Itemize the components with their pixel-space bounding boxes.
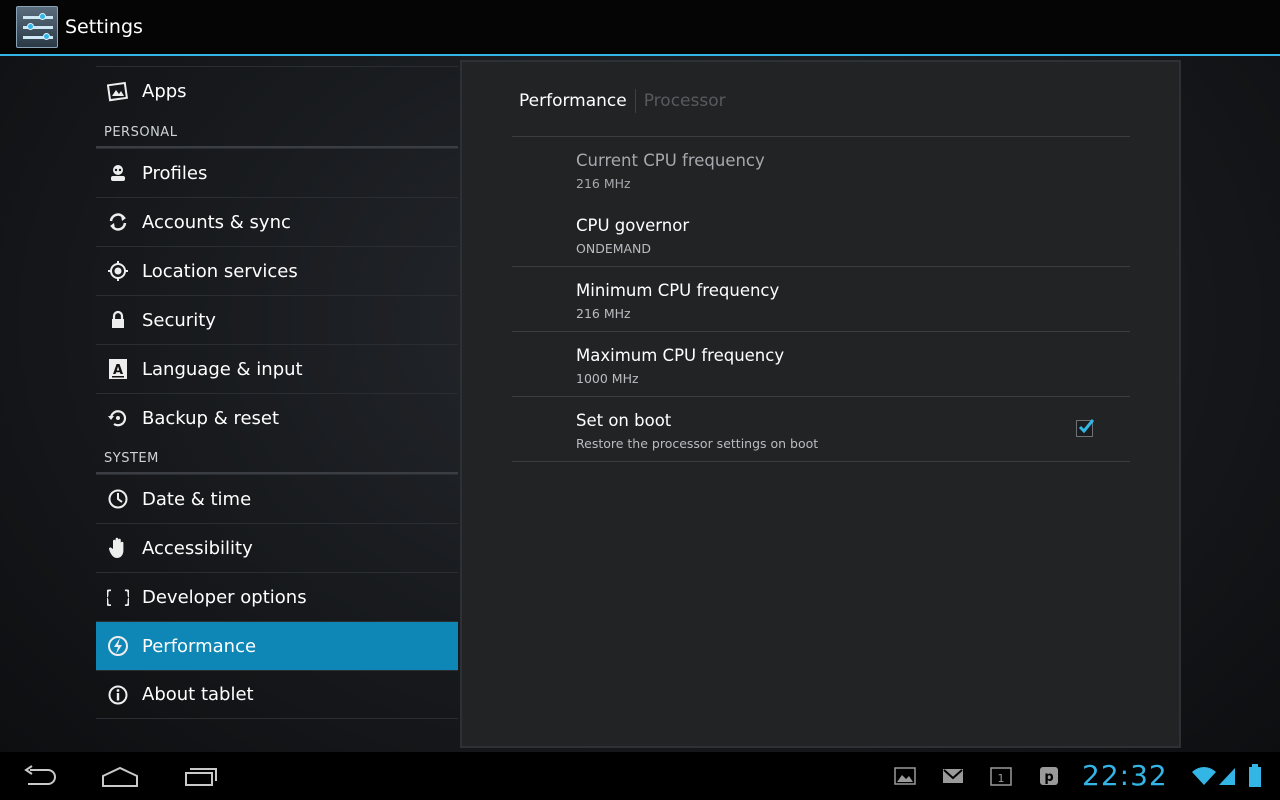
lightning-icon bbox=[106, 634, 130, 658]
performance-panel: Performance Processor Current CPU freque… bbox=[460, 60, 1181, 748]
svg-text:A: A bbox=[113, 363, 123, 378]
pref-summary: 216 MHz bbox=[576, 306, 631, 321]
sidebar-item-date-time[interactable]: Date & time bbox=[96, 474, 458, 523]
sidebar-item-backup-reset[interactable]: Backup & reset bbox=[96, 393, 458, 442]
apps-icon bbox=[106, 80, 130, 104]
pref-maximum-cpu-frequency[interactable]: Maximum CPU frequency 1000 MHz bbox=[512, 332, 1130, 397]
app-title: Settings bbox=[65, 16, 143, 38]
hand-icon bbox=[106, 536, 130, 560]
profiles-icon bbox=[106, 161, 130, 185]
sidebar-item-apps[interactable]: Apps bbox=[96, 66, 458, 116]
lock-icon bbox=[106, 308, 130, 332]
sidebar-item-security[interactable]: Security bbox=[96, 295, 458, 344]
clock[interactable]: 22:32 bbox=[1082, 759, 1168, 792]
set-on-boot-checkbox[interactable] bbox=[1076, 419, 1094, 437]
tab-processor[interactable]: Processor bbox=[644, 91, 726, 111]
recent-apps-icon bbox=[185, 768, 217, 786]
pref-summary: Restore the processor settings on boot bbox=[576, 436, 819, 451]
home-button[interactable] bbox=[98, 760, 142, 792]
sidebar-item-performance[interactable]: Performance bbox=[96, 621, 458, 670]
clock-icon bbox=[106, 487, 130, 511]
gallery-notification-icon[interactable] bbox=[894, 766, 916, 786]
signal-icon bbox=[1218, 766, 1236, 786]
preference-list: Current CPU frequency 216 MHz CPU govern… bbox=[512, 137, 1130, 462]
pref-title: Current CPU frequency bbox=[576, 151, 765, 170]
braces-icon: { } bbox=[106, 585, 130, 609]
pref-current-cpu-frequency: Current CPU frequency 216 MHz bbox=[512, 137, 1130, 202]
calendar-notification-icon[interactable]: 1 bbox=[990, 766, 1012, 786]
tab-divider bbox=[634, 89, 636, 113]
sidebar-item-accounts-sync[interactable]: Accounts & sync bbox=[96, 197, 458, 246]
breadcrumb: Performance Processor bbox=[519, 88, 726, 114]
pref-summary: ONDEMAND bbox=[576, 241, 652, 256]
sidebar-item-profiles[interactable]: Profiles bbox=[96, 148, 458, 197]
location-icon bbox=[106, 259, 130, 283]
action-bar: Settings bbox=[0, 0, 1280, 56]
settings-app-icon[interactable] bbox=[16, 6, 58, 48]
pref-summary: 216 MHz bbox=[576, 176, 631, 191]
gmail-notification-icon[interactable] bbox=[942, 766, 964, 786]
pref-title: Minimum CPU frequency bbox=[576, 281, 780, 300]
section-header-system: SYSTEM bbox=[96, 442, 458, 474]
pref-summary: 1000 MHz bbox=[576, 371, 639, 386]
pref-set-on-boot[interactable]: Set on boot Restore the processor settin… bbox=[512, 397, 1130, 462]
pref-cpu-governor[interactable]: CPU governor ONDEMAND bbox=[512, 202, 1130, 267]
checkmark-icon bbox=[1078, 419, 1094, 434]
home-icon bbox=[102, 766, 138, 787]
back-icon bbox=[24, 765, 56, 785]
sidebar-item-accessibility[interactable]: Accessibility bbox=[96, 523, 458, 572]
sidebar-item-location-services[interactable]: Location services bbox=[96, 246, 458, 295]
info-icon bbox=[106, 683, 130, 707]
svg-text:1: 1 bbox=[998, 772, 1005, 785]
language-icon: A bbox=[106, 357, 130, 381]
pref-title: Set on boot bbox=[576, 411, 672, 430]
sidebar-item-language-input[interactable]: A Language & input bbox=[96, 344, 458, 393]
sidebar-item-about-tablet[interactable]: About tablet bbox=[96, 670, 458, 719]
wifi-icon[interactable] bbox=[1192, 766, 1216, 786]
section-header-personal: PERSONAL bbox=[96, 116, 458, 148]
sidebar-item-developer-options[interactable]: { } Developer options bbox=[96, 572, 458, 621]
app-notification-icon[interactable]: p bbox=[1038, 766, 1060, 786]
settings-headers-list: Apps PERSONAL Profiles Accounts & sync L… bbox=[96, 66, 458, 719]
recent-apps-button[interactable] bbox=[178, 760, 222, 792]
back-button[interactable] bbox=[18, 760, 62, 792]
battery-icon bbox=[1248, 764, 1262, 788]
tab-performance[interactable]: Performance bbox=[519, 91, 627, 111]
svg-text:p: p bbox=[1044, 770, 1053, 785]
pref-title: Maximum CPU frequency bbox=[576, 346, 785, 365]
backup-icon bbox=[106, 406, 130, 430]
sync-icon bbox=[106, 210, 130, 234]
pref-title: CPU governor bbox=[576, 216, 690, 235]
system-bar: 1 p 22:32 bbox=[0, 752, 1280, 800]
pref-minimum-cpu-frequency[interactable]: Minimum CPU frequency 216 MHz bbox=[512, 267, 1130, 332]
svg-text:{ }: { } bbox=[107, 587, 129, 608]
